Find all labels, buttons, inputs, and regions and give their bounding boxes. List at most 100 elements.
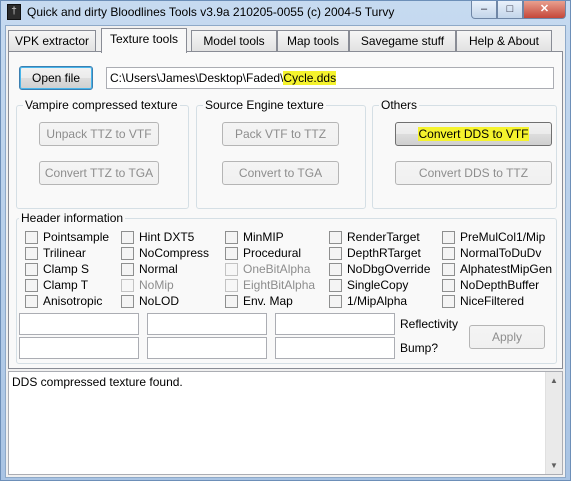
- checkbox-box: [225, 246, 238, 260]
- header-field-2[interactable]: [147, 313, 267, 335]
- convert-dds-to-vtf-button[interactable]: Convert DDS to VTF: [395, 122, 552, 146]
- checkbox-box: [121, 262, 134, 276]
- tab-map-tools[interactable]: Map tools: [277, 30, 349, 52]
- checkbox-box: [442, 230, 455, 244]
- checkbox-box: [25, 246, 38, 260]
- file-path-filename: Cycle.dds: [283, 71, 337, 85]
- checkbox-box: [25, 278, 38, 292]
- flag-pointsample[interactable]: Pointsample: [25, 229, 109, 245]
- flag-premulcol1-mip[interactable]: PreMulCol1/Mip: [442, 229, 545, 245]
- title-bar[interactable]: † Quick and dirty Bloodlines Tools v3.9a…: [1, 1, 570, 23]
- flag-label: NormalToDuDv: [460, 246, 542, 260]
- flag-minmip[interactable]: MinMIP: [225, 229, 284, 245]
- flag-label: DepthRTarget: [347, 246, 421, 260]
- texture-tools-page: Open file C:\Users\James\Desktop\Faded\C…: [8, 51, 563, 369]
- header-field-5[interactable]: [147, 337, 267, 359]
- flag-onebitalpha[interactable]: OneBitAlpha: [225, 261, 310, 277]
- flag-clamp-t[interactable]: Clamp T: [25, 277, 88, 293]
- pack-vtf-to-ttz-button[interactable]: Pack VTF to TTZ: [222, 122, 339, 146]
- flag-label: Procedural: [243, 246, 302, 260]
- flag-nolod[interactable]: NoLOD: [121, 293, 179, 309]
- checkbox-box: [25, 294, 38, 308]
- header-field-1[interactable]: [19, 313, 139, 335]
- convert-to-tga-button[interactable]: Convert to TGA: [222, 161, 339, 185]
- main-window: † Quick and dirty Bloodlines Tools v3.9a…: [0, 0, 571, 481]
- flag-alphatestmipgen[interactable]: AlphatestMipGen: [442, 261, 552, 277]
- tab-texture-tools[interactable]: Texture tools: [101, 28, 187, 53]
- checkbox-box: [121, 278, 134, 292]
- flag-1-mipalpha[interactable]: 1/MipAlpha: [329, 293, 407, 309]
- checkbox-box: [121, 294, 134, 308]
- minimize-button[interactable]: –: [471, 1, 497, 19]
- checkbox-box: [225, 262, 238, 276]
- checkbox-box: [225, 230, 238, 244]
- maximize-button[interactable]: □: [497, 1, 523, 19]
- vampire-compressed-group: Vampire compressed texture Unpack TTZ to…: [16, 98, 189, 209]
- flag-nomip[interactable]: NoMip: [121, 277, 174, 293]
- flag-label: NoLOD: [139, 294, 180, 308]
- checkbox-box: [329, 246, 342, 260]
- flag-label: Clamp T: [43, 278, 89, 292]
- source-group-title: Source Engine texture: [203, 98, 326, 112]
- others-group: Others Convert DDS to VTF Convert DDS to…: [372, 98, 557, 209]
- checkbox-box: [225, 294, 238, 308]
- checkbox-box: [329, 230, 342, 244]
- flag-hint-dxt5[interactable]: Hint DXT5: [121, 229, 194, 245]
- header-group-title: Header information: [19, 211, 126, 225]
- flag-singlecopy[interactable]: SingleCopy: [329, 277, 408, 293]
- caption-buttons: – □ ✕: [471, 1, 566, 19]
- reflectivity-label: Reflectivity: [400, 317, 459, 331]
- close-button[interactable]: ✕: [523, 1, 566, 19]
- unpack-ttz-to-vtf-button[interactable]: Unpack TTZ to VTF: [39, 122, 159, 146]
- flag-nocompress[interactable]: NoCompress: [121, 245, 209, 261]
- flag-label: PreMulCol1/Mip: [460, 230, 546, 244]
- checkbox-box: [442, 278, 455, 292]
- flag-normal[interactable]: Normal: [121, 261, 178, 277]
- checkbox-box: [121, 230, 134, 244]
- convert-dds-to-ttz-button[interactable]: Convert DDS to TTZ: [395, 161, 552, 185]
- scroll-down-icon[interactable]: ▼: [546, 457, 562, 474]
- flag-procedural[interactable]: Procedural: [225, 245, 301, 261]
- file-path-field[interactable]: C:\Users\James\Desktop\Faded\Cycle.dds: [106, 67, 554, 89]
- flag-eightbitalpha[interactable]: EightBitAlpha: [225, 277, 315, 293]
- flag-nodbgoverride[interactable]: NoDbgOverride: [329, 261, 430, 277]
- flag-trilinear[interactable]: Trilinear: [25, 245, 86, 261]
- flag-label: Env. Map: [243, 294, 293, 308]
- window-title: Quick and dirty Bloodlines Tools v3.9a 2…: [27, 5, 395, 19]
- checkbox-box: [329, 278, 342, 292]
- reflectivity-field[interactable]: [275, 313, 395, 335]
- flag-label: NoMip: [139, 278, 174, 292]
- tab-model-tools[interactable]: Model tools: [191, 30, 277, 52]
- flag-clamp-s[interactable]: Clamp S: [25, 261, 89, 277]
- checkbox-box: [25, 262, 38, 276]
- flag-env-map[interactable]: Env. Map: [225, 293, 293, 309]
- flag-label: 1/MipAlpha: [347, 294, 408, 308]
- flag-label: NoCompress: [139, 246, 210, 260]
- open-file-button[interactable]: Open file: [19, 66, 93, 90]
- status-log[interactable]: DDS compressed texture found. ▲ ▼: [8, 371, 563, 475]
- flag-rendertarget[interactable]: RenderTarget: [329, 229, 420, 245]
- checkbox-box: [442, 246, 455, 260]
- flag-nicefiltered[interactable]: NiceFiltered: [442, 293, 524, 309]
- tab-vpk-extractor[interactable]: VPK extractor: [8, 30, 96, 52]
- scroll-up-icon[interactable]: ▲: [546, 372, 562, 389]
- bump-field[interactable]: [275, 337, 395, 359]
- header-field-4[interactable]: [19, 337, 139, 359]
- vertical-scrollbar[interactable]: ▲ ▼: [545, 372, 562, 474]
- checkbox-box: [121, 246, 134, 260]
- flag-label: NoDbgOverride: [347, 262, 431, 276]
- flag-label: Hint DXT5: [139, 230, 195, 244]
- tab-help-about[interactable]: Help & About: [456, 30, 552, 52]
- tab-savegame-stuff[interactable]: Savegame stuff: [349, 30, 456, 52]
- apply-button[interactable]: Apply: [469, 325, 545, 349]
- convert-dds-to-vtf-label: Convert DDS to VTF: [418, 127, 529, 141]
- flag-anisotropic[interactable]: Anisotropic: [25, 293, 102, 309]
- flag-nodepthbuffer[interactable]: NoDepthBuffer: [442, 277, 539, 293]
- checkbox-box: [225, 278, 238, 292]
- flag-normaltodudv[interactable]: NormalToDuDv: [442, 245, 541, 261]
- convert-ttz-to-tga-button[interactable]: Convert TTZ to TGA: [39, 161, 159, 185]
- flag-label: NoDepthBuffer: [460, 278, 540, 292]
- checkbox-box: [329, 294, 342, 308]
- bump-label: Bump?: [400, 341, 439, 355]
- flag-depthrtarget[interactable]: DepthRTarget: [329, 245, 421, 261]
